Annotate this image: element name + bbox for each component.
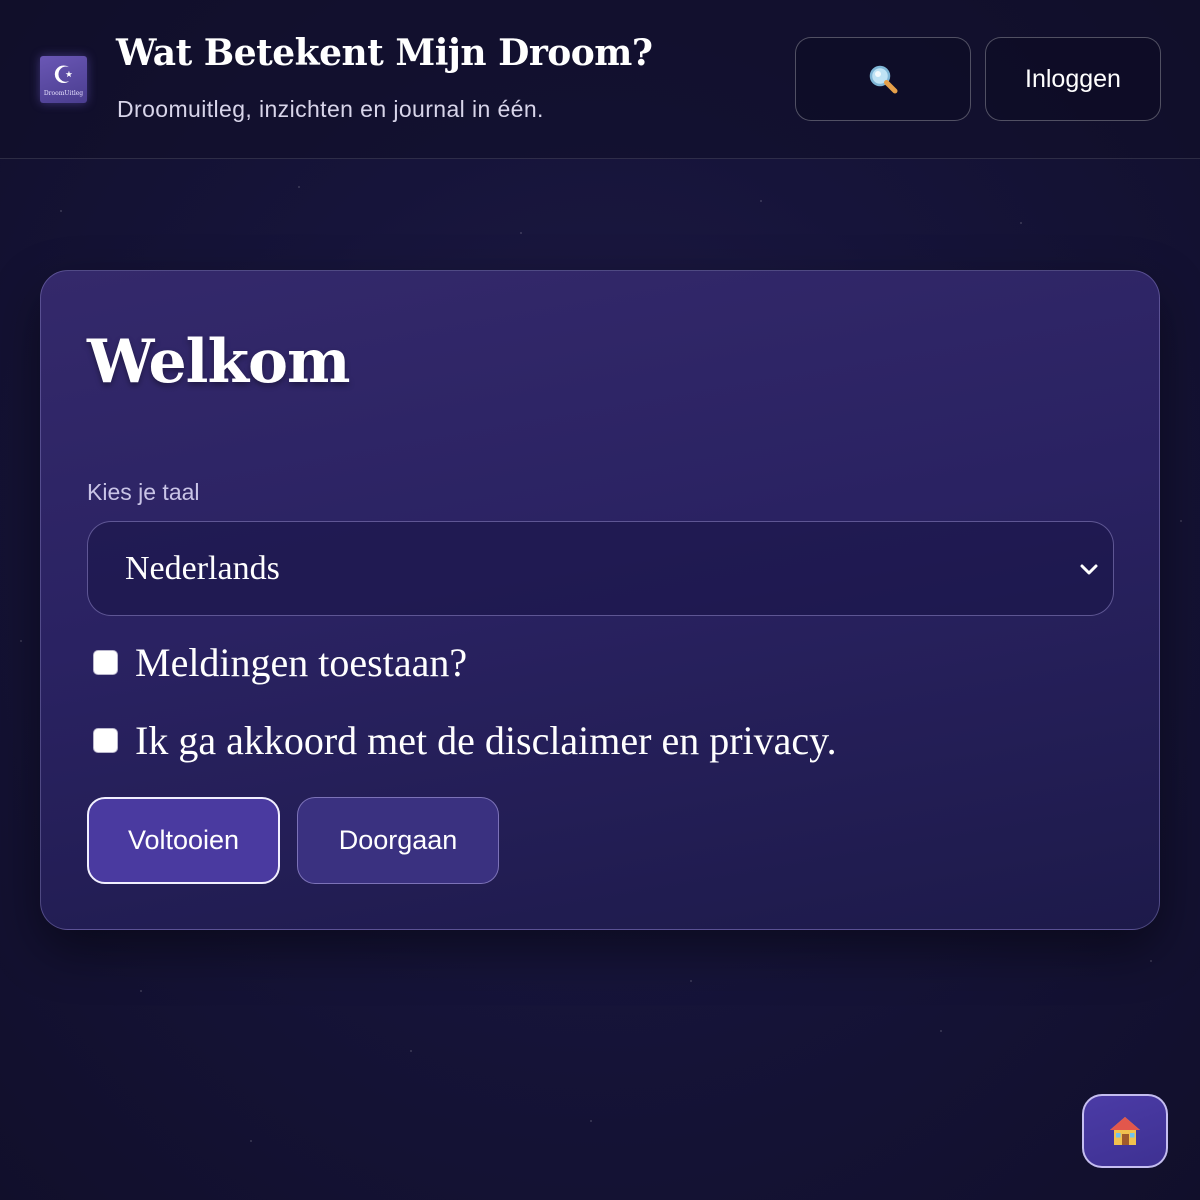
home-button[interactable]: [1082, 1094, 1168, 1168]
complete-button[interactable]: Voltooien: [87, 797, 280, 884]
house-icon: [1110, 1117, 1140, 1145]
chevron-down-icon: [1080, 564, 1098, 575]
card-title: Welkom: [87, 327, 351, 397]
notifications-checkbox[interactable]: [93, 650, 118, 675]
welcome-card: Welkom Kies je taal Nederlands Meldingen…: [40, 270, 1160, 930]
language-label: Kies je taal: [87, 479, 200, 505]
continue-button[interactable]: Doorgaan: [297, 797, 499, 884]
app-header: ☪ DroomUitleg Wat Betekent Mijn Droom? D…: [0, 0, 1200, 159]
notifications-row: Meldingen toestaan?: [93, 639, 467, 686]
search-button[interactable]: [795, 37, 971, 121]
disclaimer-label[interactable]: Ik ga akkoord met de disclaimer en priva…: [135, 717, 837, 764]
site-title: Wat Betekent Mijn Droom?: [116, 32, 653, 74]
logo-text: DroomUitleg: [43, 89, 84, 97]
search-icon: [869, 65, 898, 94]
moon-star-icon: ☪: [52, 60, 75, 89]
disclaimer-row: Ik ga akkoord met de disclaimer en priva…: [93, 717, 837, 764]
language-selected-value: Nederlands: [125, 550, 280, 587]
disclaimer-checkbox[interactable]: [93, 728, 118, 753]
notifications-label[interactable]: Meldingen toestaan?: [135, 639, 467, 686]
language-select[interactable]: Nederlands: [87, 521, 1114, 616]
login-button[interactable]: Inloggen: [985, 37, 1161, 121]
logo: ☪ DroomUitleg: [40, 56, 87, 103]
site-tagline: Droomuitleg, inzichten en journal in één…: [117, 96, 544, 122]
